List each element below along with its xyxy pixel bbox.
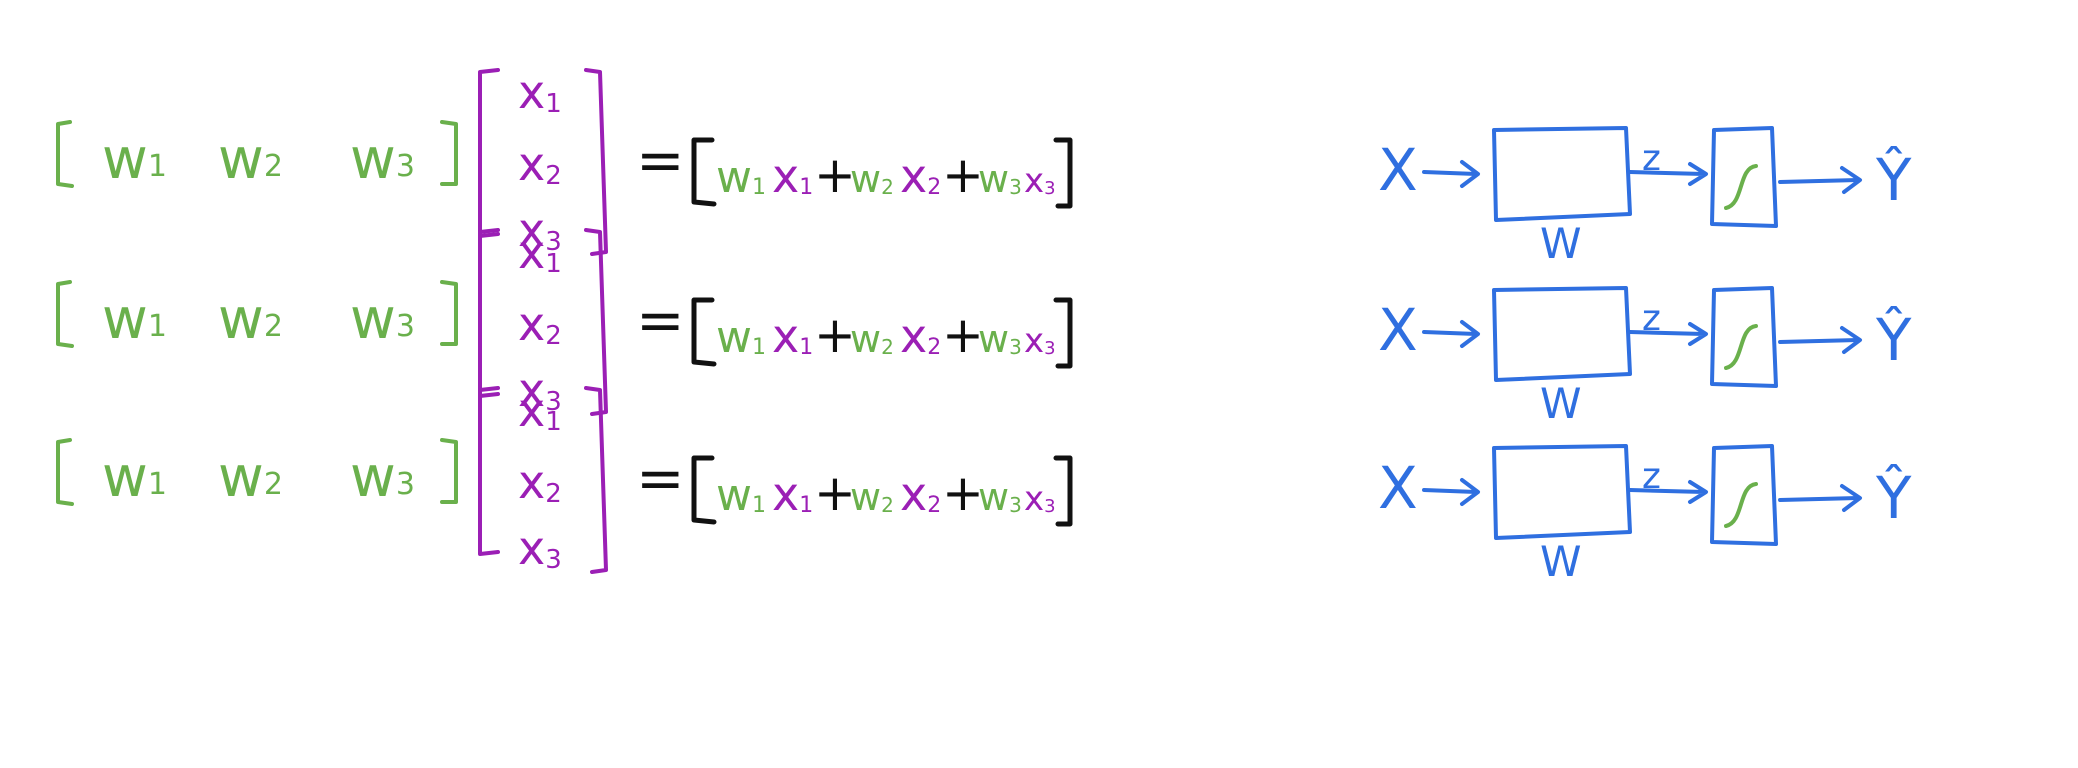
arrow-icon bbox=[1778, 326, 1862, 354]
diagram-canvas: w1 w2 w3x1x2x3= w1 x1 +w2 x2 +w3 x3 XWz Ŷw1 w2 w3x1x… bbox=[56, 65, 1912, 586]
x-bracket-right bbox=[584, 228, 608, 416]
weight-box bbox=[1492, 126, 1632, 222]
result-bracket-right bbox=[1053, 297, 1073, 369]
var-w2: w2 bbox=[850, 475, 894, 519]
z-label: z bbox=[1642, 456, 1661, 497]
x-bracket-left bbox=[478, 386, 500, 556]
x-bracket-left bbox=[478, 228, 500, 398]
weight-box bbox=[1492, 444, 1632, 540]
var-w2: w2 bbox=[218, 445, 283, 510]
x-bracket-right bbox=[584, 386, 608, 574]
sigmoid-curve-icon bbox=[1724, 164, 1758, 210]
equation-row-1: w1 w2 w3x1x2x3= w1 x1 +w2 x2 +w3 x3 XWz Ŷ bbox=[56, 65, 1912, 268]
equals-sign: = bbox=[636, 286, 685, 354]
var-x2: x2 bbox=[900, 309, 941, 363]
arrow-icon bbox=[1778, 484, 1862, 512]
sigmoid-curve-icon bbox=[1724, 324, 1758, 370]
var-x2: x2 bbox=[518, 137, 562, 191]
equation-row-2: w1 w2 w3x1x2x3= w1 x1 +w2 x2 +w3 x3 XWz Ŷ bbox=[56, 225, 1912, 428]
flow-row-3: X Wz Ŷ bbox=[1378, 444, 1912, 586]
var-w3: w3 bbox=[978, 317, 1022, 361]
w-bracket-right bbox=[440, 120, 458, 186]
flow-row-2: X Wz Ŷ bbox=[1378, 286, 1912, 428]
var-w1: w1 bbox=[716, 152, 766, 203]
var-x3: x3 bbox=[1024, 321, 1056, 361]
output-yhat-label: Ŷ bbox=[1875, 145, 1912, 214]
output-yhat-label: Ŷ bbox=[1875, 305, 1912, 374]
var-w2: w2 bbox=[850, 317, 894, 361]
arrow-icon bbox=[1422, 478, 1480, 506]
weight-box-label: W bbox=[1540, 219, 1582, 268]
weight-box bbox=[1492, 286, 1632, 382]
flow-row-1: X Wz Ŷ bbox=[1378, 126, 1912, 268]
var-x2: x2 bbox=[900, 149, 941, 203]
var-w2: w2 bbox=[850, 157, 894, 201]
x-bracket-left bbox=[478, 68, 500, 238]
input-x-label: X bbox=[1378, 136, 1418, 204]
var-w1: w1 bbox=[716, 470, 766, 521]
arrow-icon bbox=[1778, 166, 1862, 194]
result-bracket-left bbox=[691, 455, 717, 525]
var-w1: w1 bbox=[102, 287, 167, 352]
z-label: z bbox=[1642, 138, 1661, 179]
var-w3: w3 bbox=[350, 127, 415, 192]
var-w1: w1 bbox=[102, 445, 167, 510]
w-bracket-left bbox=[56, 120, 74, 188]
var-x1: x1 bbox=[772, 309, 813, 363]
z-label: z bbox=[1642, 298, 1661, 339]
w-bracket-left bbox=[56, 280, 74, 348]
var-x3: x3 bbox=[1024, 161, 1056, 201]
w-bracket-right bbox=[440, 438, 458, 504]
w-bracket-right bbox=[440, 280, 458, 346]
var-w1: w1 bbox=[716, 312, 766, 363]
var-x2: x2 bbox=[900, 467, 941, 521]
output-yhat-label: Ŷ bbox=[1875, 463, 1912, 532]
var-w3: w3 bbox=[350, 445, 415, 510]
arrow-icon bbox=[1422, 160, 1480, 188]
input-x-label: X bbox=[1378, 454, 1418, 522]
equation-row-3: w1 w2 w3x1x2x3= w1 x1 +w2 x2 +w3 x3 XWz Ŷ bbox=[56, 383, 1912, 586]
weight-box-label: W bbox=[1540, 537, 1582, 586]
var-w1: w1 bbox=[102, 127, 167, 192]
var-x2: x2 bbox=[518, 455, 562, 509]
var-w2: w2 bbox=[218, 127, 283, 192]
result-bracket-right bbox=[1053, 455, 1073, 527]
x-bracket-right bbox=[584, 68, 608, 256]
var-x1: x1 bbox=[772, 467, 813, 521]
var-w3: w3 bbox=[978, 475, 1022, 519]
equals-sign: = bbox=[636, 126, 685, 194]
var-x1: x1 bbox=[518, 65, 562, 119]
sigmoid-curve-icon bbox=[1724, 482, 1758, 528]
result-bracket-left bbox=[691, 137, 717, 207]
input-x-label: X bbox=[1378, 296, 1418, 364]
var-x3: x3 bbox=[1024, 479, 1056, 519]
result-bracket-right bbox=[1053, 137, 1073, 209]
arrow-icon bbox=[1422, 320, 1480, 348]
var-w3: w3 bbox=[350, 287, 415, 352]
equals-sign: = bbox=[636, 444, 685, 512]
var-x3: x3 bbox=[518, 521, 562, 575]
result-bracket-left bbox=[691, 297, 717, 367]
w-bracket-left bbox=[56, 438, 74, 506]
var-x1: x1 bbox=[772, 149, 813, 203]
var-w3: w3 bbox=[978, 157, 1022, 201]
var-w2: w2 bbox=[218, 287, 283, 352]
weight-box-label: W bbox=[1540, 379, 1582, 428]
var-x2: x2 bbox=[518, 297, 562, 351]
